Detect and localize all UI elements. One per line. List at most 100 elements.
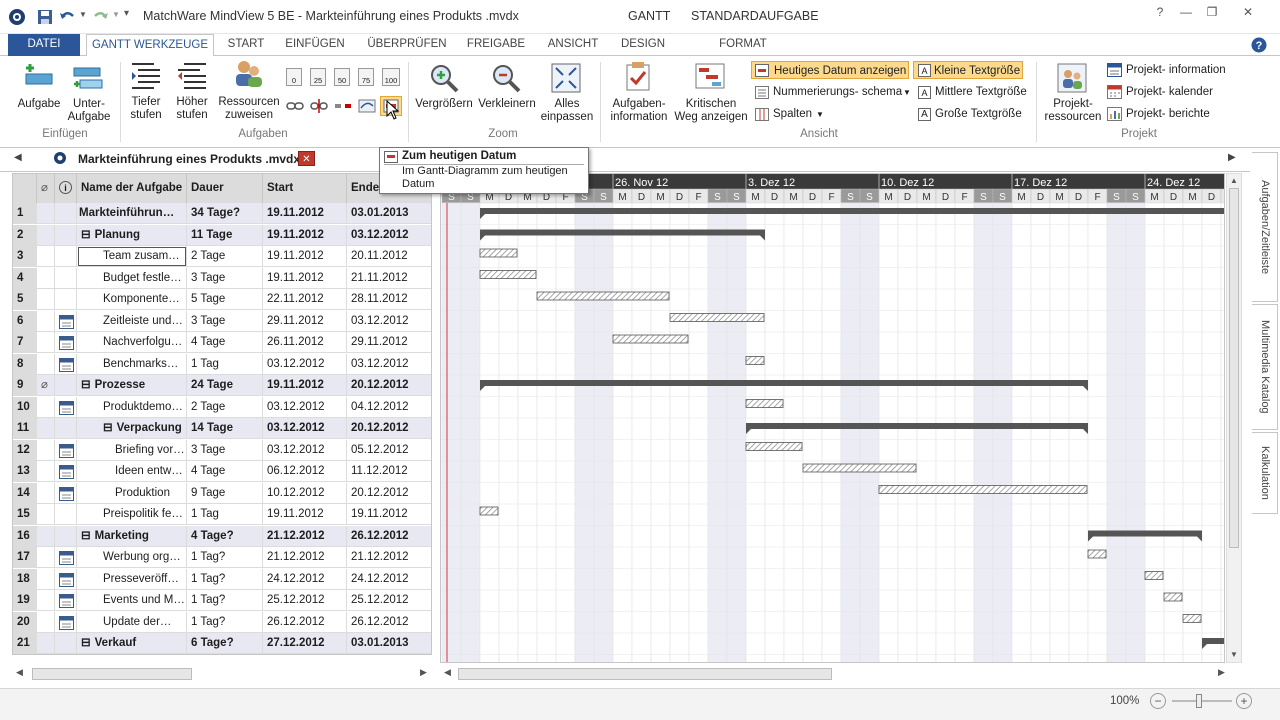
column-header-start[interactable]: Start [263,174,347,203]
table-row[interactable]: 13 Ideen entw… 4 Tage 06.12.2012 11.12.2012 [13,461,431,482]
collapse-toggle-icon[interactable]: ⊟ [81,379,91,391]
task-end[interactable]: 19.11.2012 [347,504,431,525]
task-name-cell[interactable]: Komponente… [77,289,187,310]
task-start[interactable]: 19.11.2012 [263,246,347,267]
task-duration[interactable]: 4 Tage [187,461,263,482]
document-tab-label[interactable]: Markteinführung eines Produkts .mvdx* [78,152,305,166]
tab-einfuegen[interactable]: EINFÜGEN [282,34,348,56]
tab-format[interactable]: FORMAT [712,34,774,56]
column-header-attachment[interactable]: ⌀ [37,174,55,203]
fit-all-button-line1[interactable]: Alles [544,98,590,111]
add-subtask-button-line2[interactable]: Aufgabe [66,111,112,124]
close-icon[interactable]: ✕ [1236,4,1260,20]
critical-path-icon[interactable] [694,60,726,92]
task-start[interactable]: 06.12.2012 [263,461,347,482]
demote-button-line2[interactable]: stufen [126,109,166,122]
table-row[interactable]: 3 Team zusam… 2 Tage 19.11.2012 20.11.2012 [13,246,431,267]
task-end[interactable]: 04.12.2012 [347,397,431,418]
task-note-icon[interactable] [59,486,74,501]
scroll-left-icon[interactable]: ◀ [16,667,23,678]
row-number[interactable]: 21 [13,633,37,654]
task-note-icon[interactable] [59,615,74,630]
task-duration[interactable]: 1 Tag [187,504,263,525]
scroll-up-icon[interactable]: ▲ [1230,176,1238,185]
tab-ueberpruefen[interactable]: ÜBERPRÜFEN [364,34,450,56]
task-start[interactable]: 22.11.2012 [263,289,347,310]
table-row[interactable]: 16 ⊟ Marketing 4 Tage? 21.12.2012 26.12.2012 [13,525,431,547]
task-duration[interactable]: 2 Tage [187,246,263,267]
row-number[interactable]: 9 [13,375,37,396]
task-start[interactable]: 19.11.2012 [263,203,347,224]
task-note-icon[interactable] [59,593,74,608]
critical-path-line1[interactable]: Kritischen [672,98,750,111]
redo-dropdown-icon[interactable]: ▼ [112,10,120,19]
task-name-cell[interactable]: Team zusam… [77,246,187,267]
table-row[interactable]: 14 Produktion 9 Tage 10.12.2012 20.12.2012 [13,482,431,504]
row-number[interactable]: 19 [13,590,37,611]
task-start[interactable]: 03.12.2012 [263,439,347,461]
zoom-slider-thumb[interactable] [1196,694,1202,708]
task-name-cell[interactable]: Werbung org… [77,547,187,568]
tab-start[interactable]: START [222,34,270,56]
scroll-right-icon[interactable]: ▶ [420,667,427,678]
add-subtask-button-line1[interactable]: Unter- [66,98,112,111]
task-note-icon[interactable] [59,572,74,587]
task-name-cell[interactable]: Budget festle… [77,267,187,289]
gantt-horizontal-scrollbar[interactable]: ◀ ▶ [440,664,1240,684]
zoom-out-status-icon[interactable]: − [1150,693,1166,709]
task-start[interactable]: 25.12.2012 [263,590,347,611]
table-row[interactable]: 12 Briefing vor… 3 Tage 03.12.2012 05.12.201… [13,439,431,461]
table-row[interactable]: 19 Events und M… 1 Tag? 25.12.2012 25.12.201… [13,590,431,611]
task-start[interactable]: 10.12.2012 [263,482,347,504]
restore-icon[interactable]: ❐ [1200,4,1224,20]
row-number[interactable]: 20 [13,611,37,633]
tab-design[interactable]: DESIGN [616,34,670,56]
table-scroll-thumb[interactable] [32,668,192,680]
assign-resources-line2[interactable]: zuweisen [218,109,280,122]
vertical-scrollbar[interactable]: ▲ ▼ [1226,173,1242,663]
task-name-cell[interactable]: ⊟ Prozesse [77,375,187,396]
task-name-cell[interactable]: Events und M… [77,590,187,611]
task-note-icon[interactable] [59,314,74,329]
task-start[interactable]: 19.11.2012 [263,224,347,246]
assign-resources-line1[interactable]: Ressourcen [218,96,280,109]
project-resources-line1[interactable]: Projekt- [1044,98,1102,111]
table-row[interactable]: 1 Markteinführun… 34 Tage? 19.11.2012 03.01.… [13,203,431,224]
task-name-cell[interactable]: Produktdemo… [77,396,187,418]
side-tab-aufgaben-zeitleiste[interactable]: Aufgaben/Zeitleiste [1252,152,1278,302]
task-end[interactable]: 26.12.2012 [347,612,431,633]
task-start[interactable]: 03.12.2012 [263,353,347,375]
add-task-button[interactable]: Aufgabe [16,98,62,111]
close-document-icon[interactable]: ✕ [298,151,315,166]
scroll-down-icon[interactable]: ▼ [1230,650,1238,659]
row-number[interactable]: 18 [13,568,37,590]
task-start[interactable]: 19.11.2012 [263,375,347,396]
task-note-icon[interactable] [59,335,74,350]
progress-0-button[interactable]: 0 [286,68,302,86]
demote-icon[interactable] [130,60,162,92]
task-end[interactable]: 05.12.2012 [347,440,431,461]
task-duration[interactable]: 3 Tage [187,267,263,289]
row-number[interactable]: 5 [13,289,37,310]
task-information-icon[interactable] [622,60,654,92]
task-start[interactable]: 03.12.2012 [263,396,347,418]
project-reports-button[interactable]: Projekt- berichte [1126,105,1210,123]
task-name-cell[interactable]: Markteinführun… [77,203,187,224]
row-number[interactable]: 8 [13,353,37,375]
project-resources-icon[interactable] [1056,62,1088,94]
column-header-duration[interactable]: Dauer [187,174,263,203]
numbering-scheme-dropdown[interactable]: Nummerierungs- schema [773,83,902,101]
task-end[interactable]: 03.01.2013 [347,203,431,224]
gantt-canvas[interactable]: SSMDMDFSSMDMDFSSMDMDFSSMDMDFSSMDMDFSSMDM… [441,174,1225,663]
task-name-cell[interactable]: ⊟ Marketing [77,525,187,547]
task-name-cell[interactable]: Briefing vor… [77,439,187,461]
task-start[interactable]: 26.12.2012 [263,611,347,633]
tab-datei[interactable]: DATEI [8,34,80,56]
collapse-toggle-icon[interactable]: ⊟ [81,530,91,542]
side-tab-multimedia-katalog[interactable]: Multimedia Katalog [1252,304,1278,430]
row-number[interactable]: 3 [13,246,37,267]
zoom-out-icon[interactable] [490,62,522,94]
task-end[interactable]: 29.11.2012 [347,332,431,353]
task-name-cell[interactable]: ⊟ Verpackung [77,418,187,439]
task-name-cell[interactable]: Produktion [77,482,187,504]
